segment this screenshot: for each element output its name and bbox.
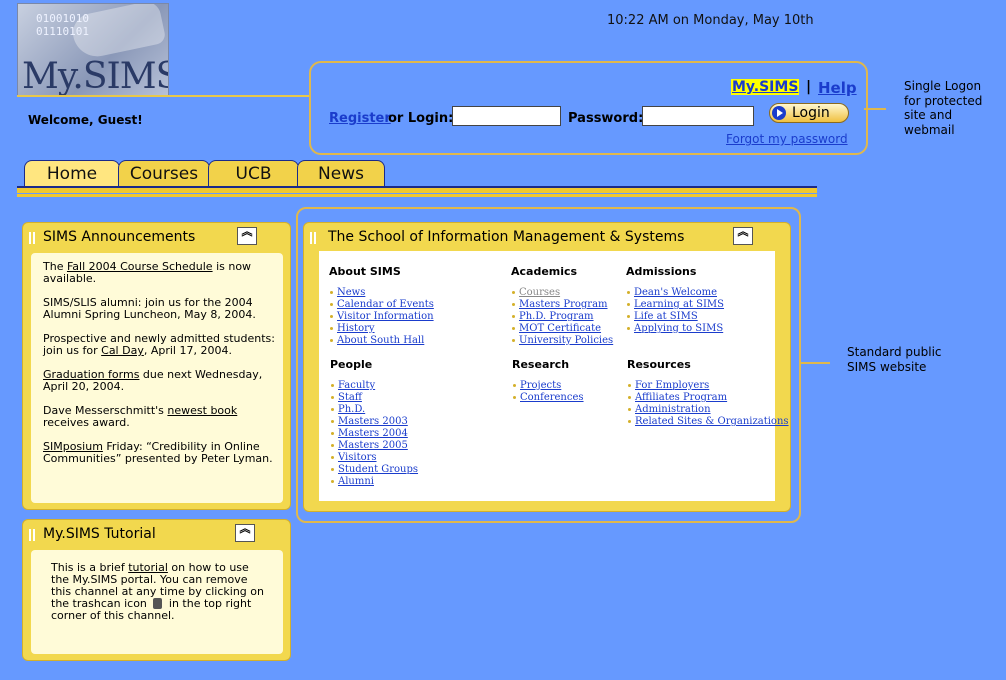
list-item[interactable]: Masters 2003 — [330, 416, 418, 428]
column-heading: Resources — [627, 358, 691, 371]
arrow-icon — [772, 106, 786, 120]
tutorial-text: This is a brief tutorial on how to use t… — [51, 561, 264, 622]
column-heading: People — [330, 358, 373, 371]
collapse-icon[interactable]: ︽ — [235, 523, 255, 542]
drag-handle-icon[interactable] — [310, 232, 316, 244]
login-button[interactable]: Login — [769, 103, 849, 123]
header-divider — [17, 95, 309, 97]
public-callout-text: Standard public SIMS website — [847, 345, 942, 374]
login-callout-text: Single Logon for protected site and webm… — [904, 79, 983, 137]
column-heading: Admissions — [626, 265, 697, 278]
list-item[interactable]: Ph.D. — [330, 404, 418, 416]
trashcan-icon — [153, 598, 163, 609]
admissions-column: Admissions Dean's Welcome Learning at SI… — [626, 265, 724, 335]
announcements-channel: SIMS Announcements ︽ The Fall 2004 Cours… — [22, 222, 291, 510]
column-heading: Academics — [511, 265, 578, 278]
people-column: People Faculty Staff Ph.D. Masters 2003 … — [330, 358, 418, 488]
forgot-password-link[interactable]: Forgot my password — [726, 132, 848, 146]
announcement-item: SIMposium Friday: “Credibility in Online… — [43, 440, 273, 465]
announcement-item: The Fall 2004 Course Schedule is now ava… — [43, 260, 252, 285]
list-item[interactable]: For Employers — [627, 380, 789, 392]
list-item[interactable]: Masters 2005 — [330, 440, 418, 452]
mysims-logo[interactable]: 01001010 01110101 My.SIMS — [17, 3, 169, 97]
list-item[interactable]: About South Hall — [329, 335, 434, 347]
list-item[interactable]: History — [329, 323, 434, 335]
help-link[interactable]: Help — [818, 79, 857, 97]
academics-column: Academics Courses Masters Program Ph.D. … — [511, 265, 613, 347]
tutorial-channel: My.SIMS Tutorial ︽ This is a brief tutor… — [22, 519, 291, 661]
list-item[interactable]: Staff — [330, 392, 418, 404]
tab-bar-lower — [17, 194, 817, 197]
list-item[interactable]: Ph.D. Program — [511, 311, 613, 323]
list-item[interactable]: Administration — [627, 404, 789, 416]
announcement-link[interactable]: Cal Day — [101, 344, 144, 357]
column-heading: Research — [512, 358, 570, 371]
channel-title: My.SIMS Tutorial — [43, 526, 156, 542]
announcements-list: The Fall 2004 Course Schedule is now ava… — [43, 261, 283, 477]
list-item[interactable]: Visitors — [330, 452, 418, 464]
list-item[interactable]: Student Groups — [330, 464, 418, 476]
tab-bar — [17, 186, 817, 193]
login-button-label: Login — [792, 105, 830, 121]
collapse-icon[interactable]: ︽ — [237, 226, 257, 245]
list-item[interactable]: Alumni — [330, 476, 418, 488]
password-input[interactable] — [642, 106, 754, 126]
public-callout-line — [800, 362, 830, 364]
school-channel: The School of Information Management & S… — [303, 222, 791, 512]
announcement-item: Dave Messerschmitt's newest book receive… — [43, 404, 238, 429]
list-item[interactable]: Learning at SIMS — [626, 299, 724, 311]
list-item[interactable]: University Policies — [511, 335, 613, 347]
list-item[interactable]: Related Sites & Organizations — [627, 416, 789, 428]
tab-ucb[interactable]: UCB — [208, 160, 299, 187]
mysims-link[interactable]: My.SIMS — [731, 79, 800, 95]
list-item[interactable]: Applying to SIMS — [626, 323, 724, 335]
login-callout-line — [864, 108, 886, 110]
list-item[interactable]: Masters 2004 — [330, 428, 418, 440]
list-item[interactable]: MOT Certificate — [511, 323, 613, 335]
link-separator: | — [806, 79, 812, 95]
list-item[interactable]: Projects — [512, 380, 584, 392]
list-item[interactable]: News — [329, 287, 434, 299]
register-link[interactable]: Register — [329, 111, 391, 126]
announcement-item: SIMS/SLIS alumni: join us for the 2004 A… — [43, 296, 256, 321]
username-input[interactable] — [452, 106, 561, 126]
welcome-text: Welcome, Guest! — [28, 113, 143, 127]
tab-news[interactable]: News — [297, 160, 385, 187]
resources-column: Resources For Employers Affiliates Progr… — [627, 358, 789, 428]
announcement-link[interactable]: newest book — [167, 404, 237, 417]
logo-wordmark: My.SIMS — [22, 56, 169, 97]
list-item[interactable]: Courses — [511, 287, 613, 299]
list-item[interactable]: Faculty — [330, 380, 418, 392]
channel-title: SIMS Announcements — [43, 229, 196, 245]
collapse-icon[interactable]: ︽ — [733, 226, 753, 245]
list-item[interactable]: Affiliates Program — [627, 392, 789, 404]
channel-title: The School of Information Management & S… — [328, 229, 685, 245]
column-heading: About SIMS — [329, 265, 401, 278]
logo-binary: 01001010 01110101 — [36, 12, 89, 38]
tab-courses[interactable]: Courses — [118, 160, 210, 187]
drag-handle-icon[interactable] — [29, 529, 35, 541]
list-item[interactable]: Dean's Welcome — [626, 287, 724, 299]
list-item[interactable]: Conferences — [512, 392, 584, 404]
password-label: Password: — [568, 111, 644, 126]
list-item[interactable]: Calendar of Events — [329, 299, 434, 311]
list-item[interactable]: Visitor Information — [329, 311, 434, 323]
announcement-item: Graduation forms due next Wednesday, Apr… — [43, 368, 263, 393]
list-item[interactable]: Life at SIMS — [626, 311, 724, 323]
tab-home[interactable]: Home — [24, 160, 120, 187]
list-item[interactable]: Masters Program — [511, 299, 613, 311]
research-column: Research Projects Conferences — [512, 358, 584, 404]
login-label: or Login: — [388, 111, 454, 126]
drag-handle-icon[interactable] — [29, 232, 35, 244]
announcement-item: Prospective and newly admitted students:… — [43, 332, 275, 357]
clock-text: 10:22 AM on Monday, May 10th — [607, 13, 814, 28]
about-sims-column: About SIMS News Calendar of Events Visit… — [329, 265, 434, 347]
